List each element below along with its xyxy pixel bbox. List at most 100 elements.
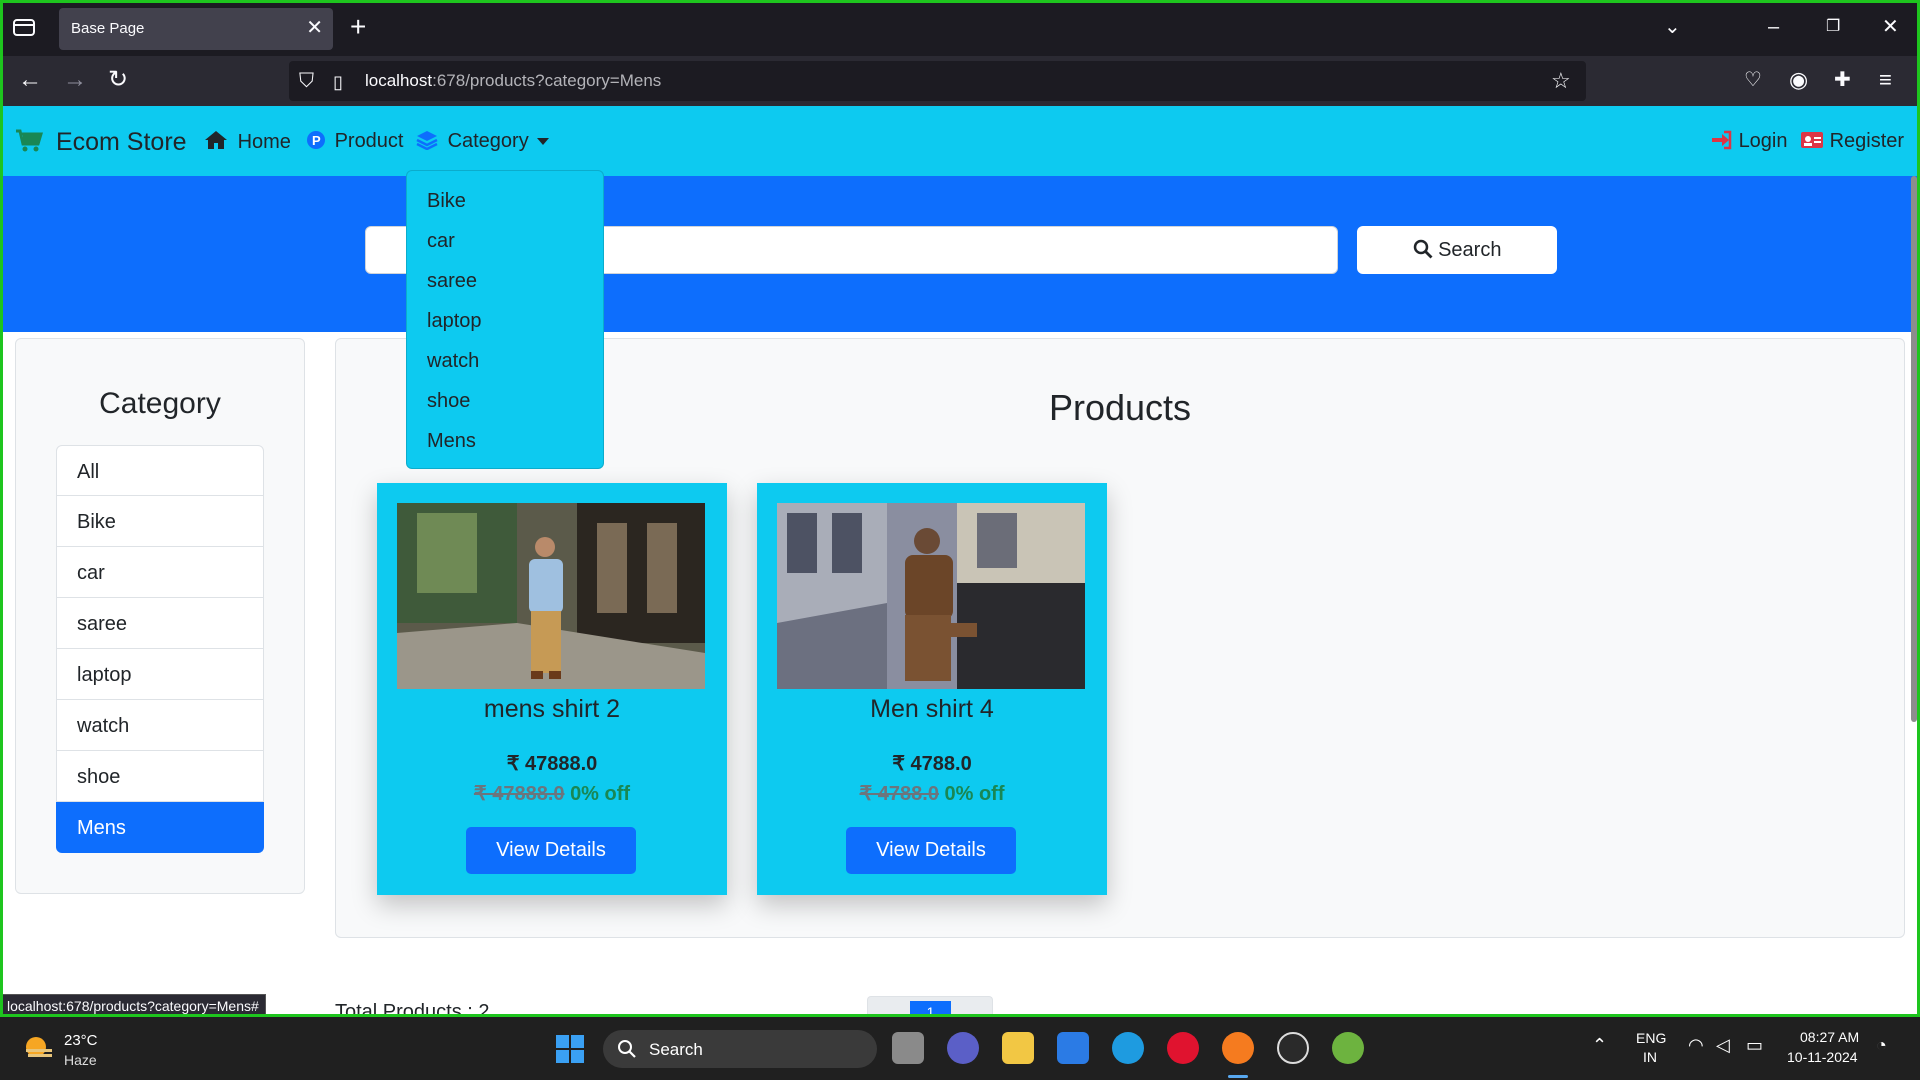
product-price: ₹ 4788.0 [892,753,972,775]
app-navbar: Ecom Store Home P Product Category Login… [3,106,1917,176]
category-item-bike[interactable]: Bike [56,496,264,547]
dropdown-item-laptop[interactable]: laptop [427,310,482,333]
search-button[interactable]: Search [1357,226,1557,274]
product-card: mens shirt 2 ₹ 47888.0 ₹ 47888.0 0% off … [377,483,727,895]
pocket-icon[interactable]: ♡ [1744,66,1762,94]
login-icon [1711,130,1739,152]
taskbar-search-box[interactable]: Search [603,1030,877,1068]
product-strike-price: ₹ 4788.0 [859,783,939,805]
category-item-laptop[interactable]: laptop [56,649,264,700]
product-strike-price: ₹ 47888.0 [473,783,565,805]
close-tab-icon[interactable]: ✕ [306,16,323,40]
nav-home[interactable]: Home [204,130,291,154]
page-scrollbar[interactable] [1911,176,1917,722]
dell-icon[interactable] [1277,1032,1309,1064]
category-item-all[interactable]: All [56,445,264,496]
shield-icon[interactable]: ⛉ [299,67,314,95]
view-details-button[interactable]: View Details [466,827,636,874]
close-window-icon[interactable]: ✕ [1882,12,1899,42]
product-discount: 0% off [944,783,1005,805]
list-all-tabs-icon[interactable]: ⌄ [1664,12,1681,42]
product-price: ₹ 47888.0 [506,753,598,775]
product-name: Men shirt 4 [870,695,994,723]
status-url-tooltip: localhost:678/products?category=Mens# [0,994,266,1018]
dropdown-item-car[interactable]: car [427,230,455,253]
clock-date[interactable]: 10-11-2024 [1787,1049,1858,1065]
view-details-button[interactable]: View Details [846,827,1016,874]
url-bar[interactable]: ⛉ ▯ localhost:678/products?category=Mens… [289,61,1586,101]
browser-tab-bar: Base Page ✕ + ⌄ – ❐ ✕ [0,0,1920,56]
category-sidebar: Category All Bike car saree laptop watch… [15,338,305,894]
new-tab-button[interactable]: + [350,12,366,42]
url-text[interactable]: localhost:678/products?category=Mens [365,71,661,91]
spring-tool-icon[interactable] [1332,1032,1364,1064]
firefox-active-indicator [1228,1075,1248,1078]
sidebar-title: Category [99,387,221,420]
product-old-price: ₹ 4788.0 0% off [757,781,1107,806]
search-icon [1413,239,1439,261]
task-view-icon[interactable] [892,1032,924,1064]
layers-icon [416,130,444,152]
tab-list-icon[interactable] [12,16,38,40]
category-list: All Bike car saree laptop watch shoe Men… [56,445,264,853]
edge-icon[interactable] [1112,1032,1144,1064]
brand[interactable]: Ecom Store [15,128,187,157]
minimize-icon[interactable]: – [1768,12,1779,42]
forward-icon[interactable]: → [63,66,87,94]
product-old-price: ₹ 47888.0 0% off [377,781,727,806]
search-hero: Search [3,176,1917,332]
category-item-car[interactable]: car [56,547,264,598]
clock-time[interactable]: 08:27 AM [1800,1029,1859,1045]
category-item-saree[interactable]: saree [56,598,264,649]
bookmark-star-icon[interactable]: ☆ [1551,67,1571,95]
product-image [777,503,1085,689]
product-name: mens shirt 2 [483,695,621,723]
back-icon[interactable]: ← [18,66,42,94]
language-region[interactable]: IN [1643,1049,1657,1065]
dropdown-item-mens[interactable]: Mens [427,430,476,453]
microsoft-store-icon[interactable] [1057,1032,1089,1064]
weather-temperature[interactable]: 23°C [64,1032,98,1049]
battery-icon[interactable]: ▭ [1746,1035,1763,1056]
category-dropdown-menu: Bike car saree laptop watch shoe Mens [406,170,604,469]
nav-product[interactable]: P Product [307,130,404,153]
brand-label: Ecom Store [55,128,187,156]
firefox-icon[interactable] [1222,1032,1254,1064]
teams-icon[interactable] [947,1032,979,1064]
weather-condition[interactable]: Haze [64,1052,97,1068]
opera-icon[interactable] [1167,1032,1199,1064]
dropdown-item-watch[interactable]: watch [427,350,479,373]
menu-icon[interactable]: ≡ [1879,66,1892,94]
restore-icon[interactable]: ❐ [1826,12,1840,42]
tray-overflow-icon[interactable]: ⌃ [1592,1035,1607,1056]
weather-icon[interactable] [22,1033,54,1068]
nav-login[interactable]: Login [1711,130,1788,153]
cart-icon [15,128,50,156]
dropdown-item-saree[interactable]: saree [427,270,477,293]
extensions-icon[interactable]: ✚ [1834,66,1851,94]
page-info-icon[interactable]: ▯ [333,68,343,96]
category-item-watch[interactable]: watch [56,700,264,751]
account-icon[interactable]: ◉ [1789,66,1808,94]
pagination: 1 [867,996,993,1020]
dropdown-item-shoe[interactable]: shoe [427,390,470,413]
nav-register[interactable]: Register [1800,130,1904,153]
search-icon [617,1039,637,1064]
reload-icon[interactable]: ↻ [108,66,128,94]
tab-title: Base Page [71,20,145,37]
page-1-link[interactable]: 1 [910,1001,951,1020]
file-explorer-icon[interactable] [1002,1032,1034,1064]
category-item-mens[interactable]: Mens [56,802,264,853]
home-icon [204,131,234,153]
nav-category-toggle[interactable]: Category [416,130,549,153]
dropdown-item-bike[interactable]: Bike [427,190,466,213]
svg-text:P: P [312,133,321,148]
windows-start-icon[interactable] [556,1035,584,1068]
category-item-shoe[interactable]: shoe [56,751,264,802]
notifications-icon[interactable]: ◔ [1876,1035,1887,1056]
caret-down-icon [536,138,549,146]
volume-icon[interactable]: ◁ [1716,1035,1730,1056]
language-code[interactable]: ENG [1636,1030,1666,1046]
wifi-icon[interactable]: ◠ [1688,1035,1704,1056]
browser-tab[interactable]: Base Page ✕ [59,8,333,50]
